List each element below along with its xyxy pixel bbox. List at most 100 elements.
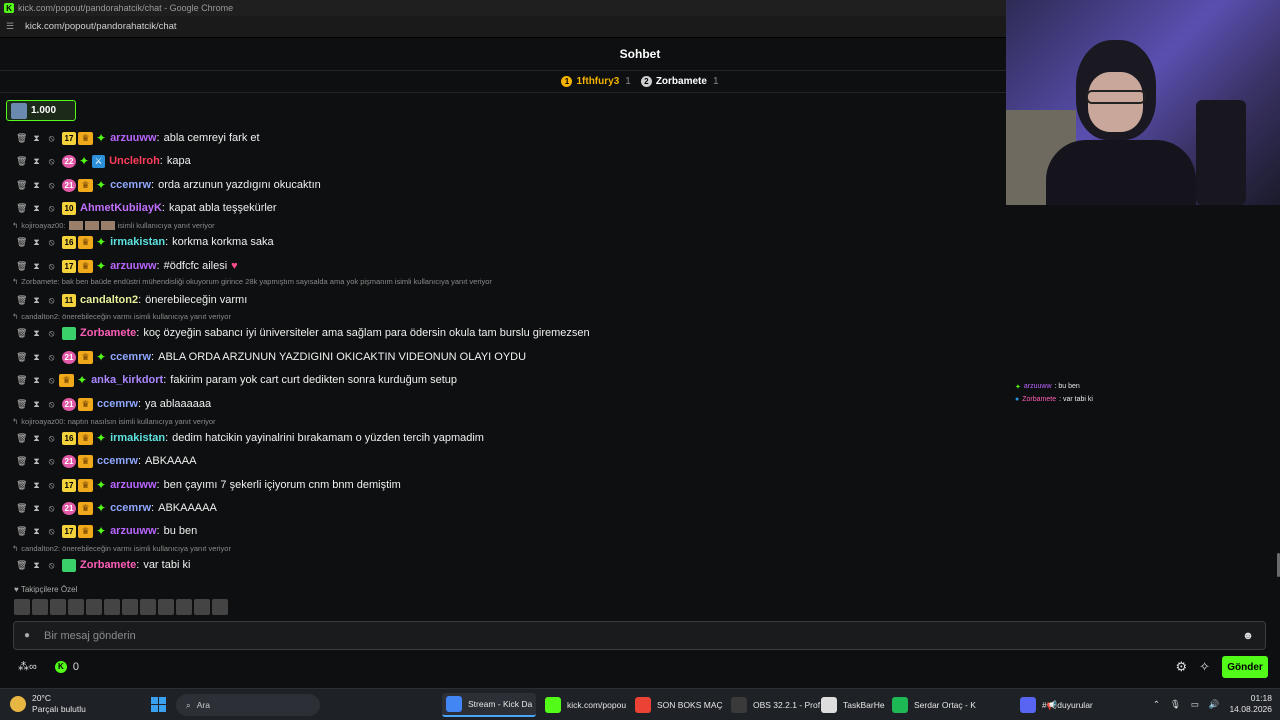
delete-icon[interactable]: 🗑 bbox=[16, 295, 27, 306]
taskbar-search[interactable]: ⌕ Ara bbox=[176, 694, 320, 716]
ban-icon[interactable]: ⦸ bbox=[46, 480, 57, 491]
delete-icon[interactable]: 🗑 bbox=[16, 399, 27, 410]
ban-icon[interactable]: ⦸ bbox=[46, 433, 57, 444]
chat-message[interactable]: 🗑 ⧗ ⦸ 21 ♛ ✦ ccemrw: ABKAAAAA bbox=[0, 498, 1000, 518]
timeout-icon[interactable]: ⧗ bbox=[31, 433, 42, 444]
delete-icon[interactable]: 🗑 bbox=[16, 456, 27, 467]
pinned-gift[interactable]: 1.000 bbox=[6, 100, 76, 121]
delete-icon[interactable]: 🗑 bbox=[16, 503, 27, 514]
channel-points-icon[interactable]: ⁂∞ bbox=[18, 660, 37, 673]
timeout-icon[interactable]: ⧗ bbox=[31, 180, 42, 191]
ban-icon[interactable]: ⦸ bbox=[46, 503, 57, 514]
chat-username[interactable]: anka_kirkdort bbox=[91, 374, 163, 386]
taskbar-app[interactable]: Stream - Kick Da bbox=[442, 693, 537, 717]
url-text[interactable]: kick.com/popout/pandorahatcik/chat bbox=[25, 21, 177, 32]
delete-icon[interactable]: 🗑 bbox=[16, 375, 27, 386]
settings-gear-icon[interactable]: ⚙ bbox=[1175, 659, 1187, 675]
message-input[interactable] bbox=[44, 629, 1241, 642]
chat-username[interactable]: arzuuww bbox=[110, 260, 156, 272]
reply-context[interactable]: ↰ Zorbamete: bak ben baüde endüstri mühen… bbox=[12, 275, 912, 287]
emote[interactable] bbox=[176, 599, 192, 615]
timeout-icon[interactable]: ⧗ bbox=[31, 526, 42, 537]
delete-icon[interactable]: 🗑 bbox=[16, 133, 27, 144]
reply-icon[interactable]: ● bbox=[24, 630, 38, 641]
emote[interactable] bbox=[122, 599, 138, 615]
site-settings-icon[interactable]: ☰ bbox=[6, 21, 18, 32]
timeout-icon[interactable]: ⧗ bbox=[31, 560, 42, 571]
taskbar-app[interactable]: #📢duyurular bbox=[1016, 693, 1097, 717]
chat-message[interactable]: 🗑 ⧗ ⦸ 22 ✦ ⚔ Unclelroh: kapa bbox=[0, 151, 1000, 171]
taskbar-app[interactable]: OBS 32.2.1 - Prof bbox=[727, 693, 824, 717]
chat-message[interactable]: 🗑 ⧗ ⦸ 10 AhmetKubilayK: kapat abla teşşekürle… bbox=[0, 198, 1000, 218]
reply-context[interactable]: ↰ candalton2: önerebileceğin varmı isimli… bbox=[12, 542, 912, 554]
timeout-icon[interactable]: ⧗ bbox=[31, 375, 42, 386]
message-input-box[interactable]: ● ☻ bbox=[13, 621, 1266, 650]
ban-icon[interactable]: ⦸ bbox=[46, 133, 57, 144]
ban-icon[interactable]: ⦸ bbox=[46, 526, 57, 537]
chat-username[interactable]: arzuuww bbox=[110, 479, 156, 491]
delete-icon[interactable]: 🗑 bbox=[16, 237, 27, 248]
chat-username[interactable]: Zorbamete bbox=[80, 559, 136, 571]
chat-message[interactable]: 🗑 ⧗ ⦸ Zorbamete: koç özyeğin sabancı iyi üni… bbox=[0, 323, 1000, 343]
chat-username[interactable]: arzuuww bbox=[110, 132, 156, 144]
chat-username[interactable]: ccemrw bbox=[110, 179, 151, 191]
timeout-icon[interactable]: ⧗ bbox=[31, 328, 42, 339]
timeout-icon[interactable]: ⧗ bbox=[31, 261, 42, 272]
taskbar-app[interactable]: TaskBarHe bbox=[817, 693, 889, 717]
chat-message[interactable]: 🗑 ⧗ ⦸ Zorbamete: var tabi ki bbox=[0, 555, 1000, 575]
timeout-icon[interactable]: ⧗ bbox=[31, 133, 42, 144]
emote[interactable] bbox=[194, 599, 210, 615]
chat-username[interactable]: ccemrw bbox=[110, 351, 151, 363]
emote[interactable] bbox=[50, 599, 66, 615]
ban-icon[interactable]: ⦸ bbox=[46, 560, 57, 571]
chat-username[interactable]: AhmetKubilayK bbox=[80, 202, 162, 214]
emote[interactable] bbox=[68, 599, 84, 615]
emote[interactable] bbox=[104, 599, 120, 615]
network-icon[interactable]: ▭ bbox=[1191, 699, 1199, 710]
delete-icon[interactable]: 🗑 bbox=[16, 480, 27, 491]
delete-icon[interactable]: 🗑 bbox=[16, 328, 27, 339]
chat-username[interactable]: ccemrw bbox=[97, 455, 138, 467]
ban-icon[interactable]: ⦸ bbox=[46, 295, 57, 306]
timeout-icon[interactable]: ⧗ bbox=[31, 295, 42, 306]
taskbar-app[interactable]: SON BOKS MAÇ bbox=[631, 693, 727, 717]
ban-icon[interactable]: ⦸ bbox=[46, 375, 57, 386]
delete-icon[interactable]: 🗑 bbox=[16, 261, 27, 272]
emote[interactable] bbox=[140, 599, 156, 615]
emoji-picker-icon[interactable]: ☻ bbox=[1241, 630, 1255, 642]
timeout-icon[interactable]: ⧗ bbox=[31, 203, 42, 214]
chat-message[interactable]: 🗑 ⧗ ⦸ 21 ♛ ✦ ccemrw: ABLA ORDA ARZUNUN YAZDIGIN… bbox=[0, 347, 1000, 367]
ban-icon[interactable]: ⦸ bbox=[46, 328, 57, 339]
emote[interactable] bbox=[212, 599, 228, 615]
ban-icon[interactable]: ⦸ bbox=[46, 203, 57, 214]
volume-icon[interactable]: 🔊 bbox=[1209, 699, 1220, 710]
chat-message[interactable]: 🗑 ⧗ ⦸ 17 ♛ ✦ arzuuww: ben çayımı 7 şekerli içiy… bbox=[0, 475, 1000, 495]
chat-message[interactable]: 🗑 ⧗ ⦸ 17 ♛ ✦ arzuuww: #ödfcfc ailesi ♥ bbox=[0, 256, 1000, 276]
emote[interactable] bbox=[32, 599, 48, 615]
chat-message[interactable]: 🗑 ⧗ ⦸ 17 ♛ ✦ arzuuww: abla cemreyi fark et bbox=[0, 128, 1000, 148]
chat-message[interactable]: 🗑 ⧗ ⦸ 16 ♛ ✦ irmakistan: dedim hatcikin yayinal… bbox=[0, 428, 1000, 448]
chat-message[interactable]: 🗑 ⧗ ⦸ 21 ♛ ccemrw: ABKAAAA bbox=[0, 451, 1000, 471]
address-bar[interactable]: ☰ kick.com/popout/pandorahatcik/chat bbox=[0, 16, 1006, 38]
weather-widget[interactable]: 20°C Parçalı bulutlu bbox=[10, 693, 86, 715]
chat-message[interactable]: 🗑 ⧗ ⦸ 16 ♛ ✦ irmakistan: korkma korkma saka bbox=[0, 232, 1000, 252]
delete-icon[interactable]: 🗑 bbox=[16, 203, 27, 214]
gifter-1[interactable]: 1 1fthfury3 1 bbox=[561, 76, 631, 87]
ban-icon[interactable]: ⦸ bbox=[46, 456, 57, 467]
chat-message[interactable]: 🗑 ⧗ ⦸ 21 ♛ ccemrw: ya ablaaaaaa bbox=[0, 394, 1000, 414]
gifter-name[interactable]: Zorbamete bbox=[656, 76, 707, 87]
timeout-icon[interactable]: ⧗ bbox=[31, 352, 42, 363]
timeout-icon[interactable]: ⧗ bbox=[31, 480, 42, 491]
ban-icon[interactable]: ⦸ bbox=[46, 156, 57, 167]
chat-username[interactable]: irmakistan bbox=[110, 432, 165, 444]
mod-tools-icon[interactable]: ✧ bbox=[1199, 659, 1210, 675]
emote[interactable] bbox=[86, 599, 102, 615]
delete-icon[interactable]: 🗑 bbox=[16, 526, 27, 537]
chat-message[interactable]: 🗑 ⧗ ⦸ 11 candalton2: önerebileceğin varmı bbox=[0, 290, 1000, 310]
timeout-icon[interactable]: ⧗ bbox=[31, 237, 42, 248]
chat-username[interactable]: candalton2 bbox=[80, 294, 138, 306]
delete-icon[interactable]: 🗑 bbox=[16, 352, 27, 363]
mic-icon[interactable]: 🎙 bbox=[1170, 699, 1181, 710]
timeout-icon[interactable]: ⧗ bbox=[31, 503, 42, 514]
reply-context[interactable]: ↰ kojiroayaz00: naptın nasılsın isimli ku… bbox=[12, 415, 912, 427]
